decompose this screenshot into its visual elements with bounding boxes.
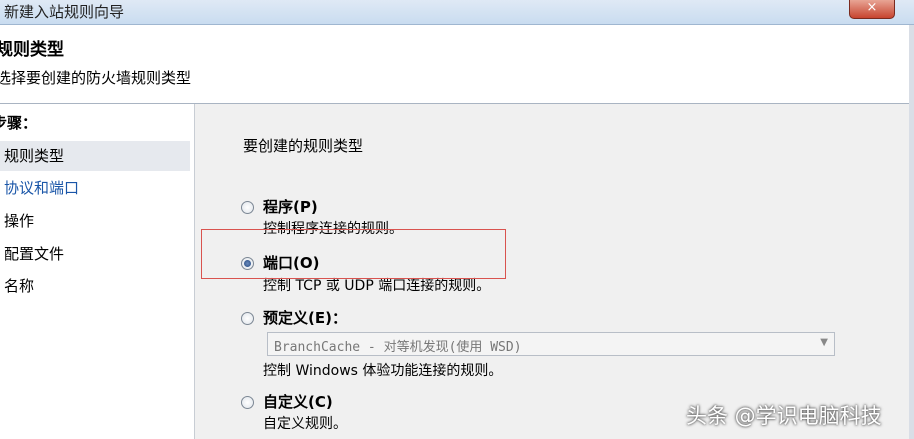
step-profile[interactable]: 配置文件 bbox=[0, 239, 190, 269]
page-title: 规则类型 bbox=[0, 40, 64, 60]
predefined-select[interactable]: BranchCache - 对等机发现(使用 WSD) ▼ bbox=[267, 332, 835, 356]
custom-label[interactable]: 自定义(C) bbox=[263, 391, 333, 412]
steps-panel: 步骤： 规则类型 协议和端口 操作 配置文件 名称 bbox=[0, 104, 195, 439]
close-icon: × bbox=[866, 0, 878, 15]
page-subtitle: 选择要创建的防火墙规则类型 bbox=[0, 69, 192, 87]
predefined-label[interactable]: 预定义(E)： bbox=[263, 307, 347, 328]
program-label[interactable]: 程序(P) bbox=[263, 196, 318, 217]
predefined-radio[interactable] bbox=[241, 312, 254, 325]
step-action[interactable]: 操作 bbox=[0, 206, 190, 236]
watermark: 头条 @学识电脑科技 bbox=[686, 404, 882, 428]
window-title: 新建入站规则向导 bbox=[4, 3, 125, 21]
program-radio[interactable] bbox=[241, 201, 254, 214]
custom-desc: 自定义规则。 bbox=[263, 416, 347, 432]
window-edge bbox=[909, 25, 914, 439]
close-button[interactable]: × bbox=[849, 0, 895, 19]
chevron-down-icon: ▼ bbox=[820, 337, 828, 348]
step-name[interactable]: 名称 bbox=[0, 271, 190, 301]
predefined-desc: 控制 Windows 体验功能连接的规则。 bbox=[263, 363, 503, 379]
steps-heading: 步骤： bbox=[0, 114, 38, 132]
predefined-select-value: BranchCache - 对等机发现(使用 WSD) bbox=[274, 340, 522, 355]
rule-type-prompt: 要创建的规则类型 bbox=[243, 137, 364, 155]
step-protocol-ports[interactable]: 协议和端口 bbox=[0, 173, 190, 203]
title-bar: 新建入站规则向导 × bbox=[0, 0, 914, 25]
step-rule-type[interactable]: 规则类型 bbox=[0, 141, 190, 171]
wizard-header: 规则类型 选择要创建的防火墙规则类型 bbox=[0, 25, 914, 104]
custom-radio[interactable] bbox=[241, 396, 254, 409]
port-option-highlight bbox=[201, 229, 506, 279]
